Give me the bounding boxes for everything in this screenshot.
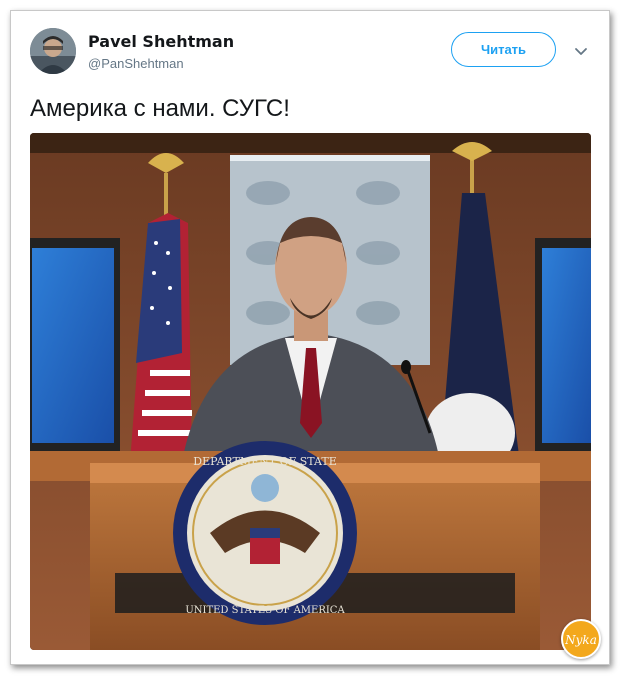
watermark-text: Nyka <box>564 633 597 647</box>
author-name[interactable]: Pavel Shehtman <box>88 32 234 51</box>
chevron-down-icon[interactable] <box>572 42 590 60</box>
avatar[interactable] <box>30 28 76 74</box>
tweet-photo[interactable]: DEPARTMENT OF STATE UNITED STATES OF AME… <box>30 133 591 650</box>
tweet-card: Pavel Shehtman @PanShehtman Читать Амери… <box>10 10 610 665</box>
seal-text-top: DEPARTMENT OF STATE <box>193 455 337 468</box>
watermark-logo: Nyka <box>561 619 601 659</box>
tweet-text: Америка с нами. СУГС! <box>30 95 290 122</box>
author-handle[interactable]: @PanShehtman <box>88 56 184 71</box>
seal-text-bottom: UNITED STATES OF AMERICA <box>185 605 345 616</box>
follow-button[interactable]: Читать <box>451 32 556 67</box>
